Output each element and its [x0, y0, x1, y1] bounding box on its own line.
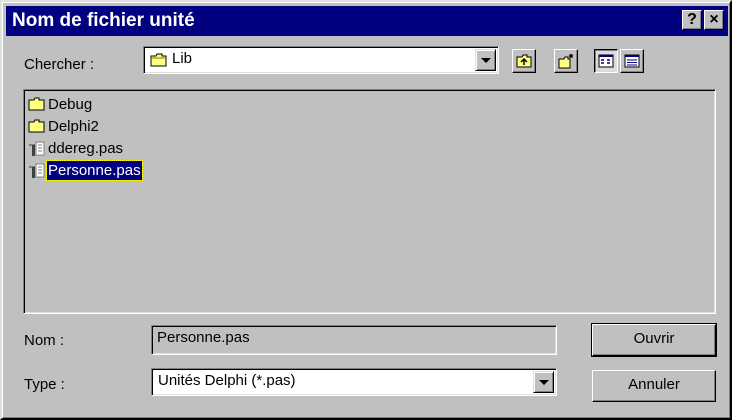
file-name: Debug: [48, 96, 93, 113]
help-button[interactable]: ?: [682, 10, 702, 30]
list-view-icon: [598, 54, 614, 68]
filetype-value: Unités Delphi (*.pas): [158, 372, 296, 389]
file-name: Personne.pas: [46, 160, 143, 181]
folder-icon: [28, 119, 45, 133]
pascal-unit-icon: [29, 163, 45, 178]
lookin-dropdown-button[interactable]: [475, 49, 496, 71]
details-view-button[interactable]: [620, 49, 644, 73]
cancel-button[interactable]: Annuler: [592, 370, 716, 402]
cancel-button-label: Annuler: [628, 376, 680, 393]
lookin-label: Chercher :: [24, 56, 95, 73]
up-one-level-icon: [516, 54, 532, 68]
filetype-dropdown-button[interactable]: [533, 371, 554, 393]
filetype-label: Type :: [24, 376, 65, 393]
new-folder-button[interactable]: [554, 49, 578, 73]
new-folder-icon: [558, 54, 573, 69]
filetype-combo[interactable]: Unités Delphi (*.pas): [151, 368, 557, 396]
file-name: Delphi2: [48, 118, 99, 135]
title-bar[interactable]: Nom de fichier unité ? ×: [6, 6, 728, 36]
lookin-combo[interactable]: Lib: [143, 46, 499, 74]
chevron-down-icon: [481, 58, 491, 63]
details-view-icon: [624, 54, 640, 68]
folder-icon: [150, 53, 167, 67]
list-view-button[interactable]: [594, 49, 618, 73]
filename-field[interactable]: Personne.pas: [151, 325, 557, 355]
folder-icon: [28, 97, 45, 111]
filename-label: Nom :: [24, 332, 65, 349]
file-list[interactable]: Debug Delphi2 ddereg.pas Personne.pas: [23, 89, 716, 314]
pascal-unit-icon: [29, 141, 45, 156]
lookin-value: Lib: [172, 50, 193, 67]
close-button[interactable]: ×: [704, 10, 724, 30]
open-button[interactable]: Ouvrir: [591, 323, 717, 357]
file-dialog-window: Nom de fichier unité ? × Chercher : Lib: [0, 0, 732, 420]
up-one-level-button[interactable]: [512, 49, 536, 73]
file-name: ddereg.pas: [48, 140, 124, 157]
chevron-down-icon: [539, 380, 549, 385]
open-button-label: Ouvrir: [633, 330, 675, 347]
dialog-title: Nom de fichier unité: [12, 10, 195, 31]
